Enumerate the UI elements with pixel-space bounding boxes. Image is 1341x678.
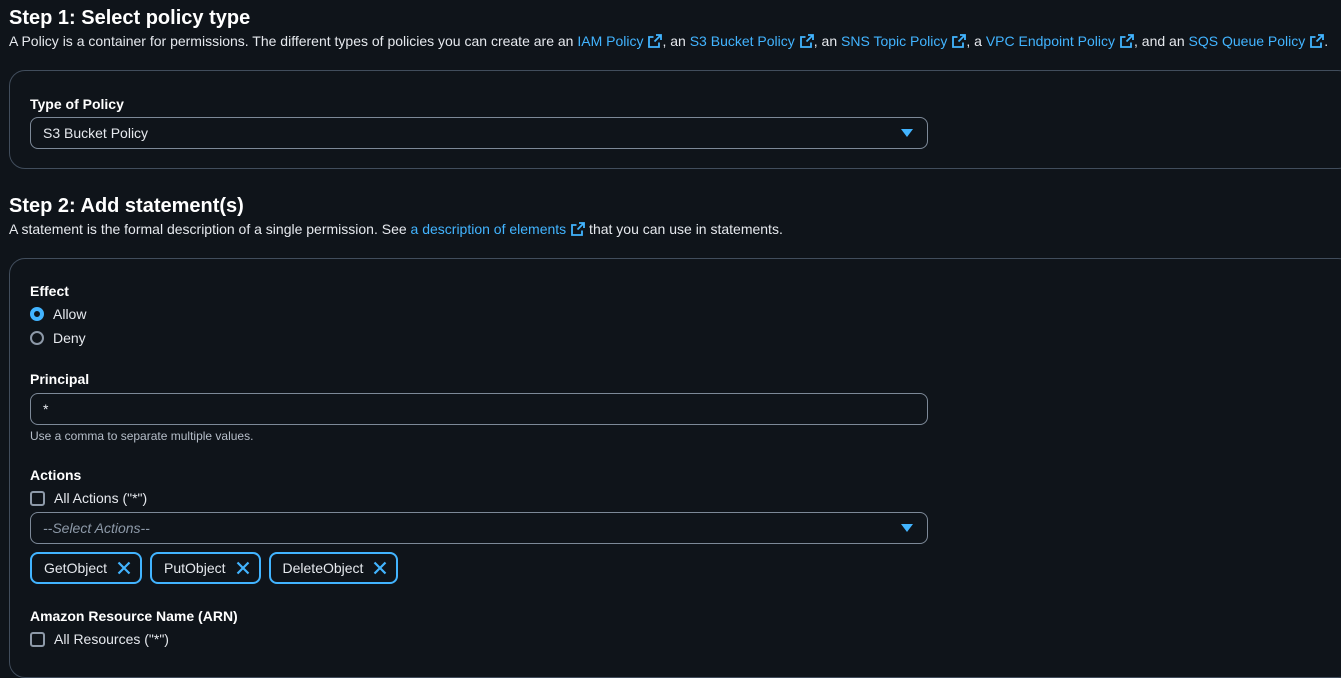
external-link-icon: [952, 34, 967, 48]
all-actions-label: All Actions ("*"): [54, 490, 148, 506]
action-token-label: PutObject: [164, 560, 226, 576]
principal-hint: Use a comma to separate multiple values.: [30, 429, 254, 443]
all-resources-label: All Resources ("*"): [54, 631, 169, 647]
statement-panel: Effect Allow Deny Principal Use a comma …: [9, 258, 1341, 678]
step2-description: A statement is the formal description of…: [9, 220, 783, 238]
all-resources-option[interactable]: All Resources ("*"): [30, 629, 169, 649]
step2-desc-prefix: A statement is the formal description of…: [9, 221, 411, 237]
type-of-policy-label: Type of Policy: [30, 96, 124, 112]
step1-desc-suffix: .: [1324, 33, 1329, 49]
vpc-endpoint-policy-link-label: VPC Endpoint Policy: [985, 33, 1116, 49]
all-resources-checkbox[interactable]: [30, 631, 45, 647]
close-icon[interactable]: [235, 560, 251, 576]
step1-sep3: , a: [966, 33, 986, 49]
action-token-label: DeleteObject: [282, 560, 364, 576]
s3-bucket-policy-link-label: S3 Bucket Policy: [689, 33, 795, 49]
step1-sep4: , and an: [1134, 33, 1189, 49]
external-link-icon: [571, 222, 586, 236]
description-of-elements-link-label: a description of elements: [410, 221, 567, 237]
caret-down-icon: [901, 129, 913, 137]
step1-description: A Policy is a container for permissions.…: [9, 32, 1328, 50]
step1-title: Step 1: Select policy type: [9, 7, 251, 29]
external-link-icon: [1120, 34, 1134, 48]
deny-label: Deny: [53, 330, 86, 346]
step1-sep1: , an: [662, 33, 690, 49]
selected-actions-tokens: GetObject PutObject DeleteObject: [30, 552, 399, 584]
iam-policy-link[interactable]: IAM Policy: [577, 33, 663, 49]
principal-label: Principal: [30, 371, 90, 387]
caret-down-icon: [901, 524, 913, 532]
sns-topic-policy-link-label: SNS Topic Policy: [841, 33, 948, 49]
step2-title: Step 2: Add statement(s): [9, 195, 244, 217]
actions-select-placeholder: --Select Actions--: [43, 520, 150, 536]
external-link-icon: [799, 34, 814, 48]
sqs-queue-policy-link-label: SQS Queue Policy: [1188, 33, 1306, 49]
description-of-elements-link[interactable]: a description of elements: [411, 221, 586, 237]
action-token: GetObject: [30, 552, 143, 584]
actions-select[interactable]: --Select Actions--: [30, 512, 928, 544]
action-token-label: GetObject: [44, 560, 108, 576]
iam-policy-link-label: IAM Policy: [577, 33, 644, 49]
allow-radio[interactable]: [30, 307, 44, 321]
allow-label: Allow: [53, 306, 87, 322]
close-icon[interactable]: [116, 560, 132, 576]
step1-desc-prefix: A Policy is a container for permissions.…: [9, 33, 578, 49]
policy-type-selected-value: S3 Bucket Policy: [43, 125, 149, 141]
external-link-icon: [648, 34, 663, 48]
step1-sep2: , an: [813, 33, 842, 49]
all-actions-checkbox[interactable]: [30, 490, 45, 506]
policy-type-panel: Type of Policy S3 Bucket Policy: [9, 70, 1341, 169]
sns-topic-policy-link[interactable]: SNS Topic Policy: [841, 33, 967, 49]
effect-label: Effect: [30, 283, 69, 299]
actions-label: Actions: [30, 467, 82, 483]
step2-desc-suffix: that you can use in statements.: [585, 221, 783, 237]
principal-input[interactable]: [30, 393, 928, 425]
action-token: DeleteObject: [268, 552, 399, 584]
effect-deny-option[interactable]: Deny: [30, 328, 86, 348]
vpc-endpoint-policy-link[interactable]: VPC Endpoint Policy: [986, 33, 1134, 49]
close-icon[interactable]: [372, 560, 388, 576]
s3-bucket-policy-link[interactable]: S3 Bucket Policy: [690, 33, 814, 49]
external-link-icon: [1310, 34, 1325, 48]
effect-allow-option[interactable]: Allow: [30, 304, 86, 324]
arn-label: Amazon Resource Name (ARN): [30, 608, 238, 624]
deny-radio[interactable]: [30, 331, 44, 345]
policy-type-select[interactable]: S3 Bucket Policy: [30, 117, 928, 149]
sqs-queue-policy-link[interactable]: SQS Queue Policy: [1189, 33, 1325, 49]
action-token: PutObject: [150, 552, 261, 584]
all-actions-option[interactable]: All Actions ("*"): [30, 488, 147, 508]
